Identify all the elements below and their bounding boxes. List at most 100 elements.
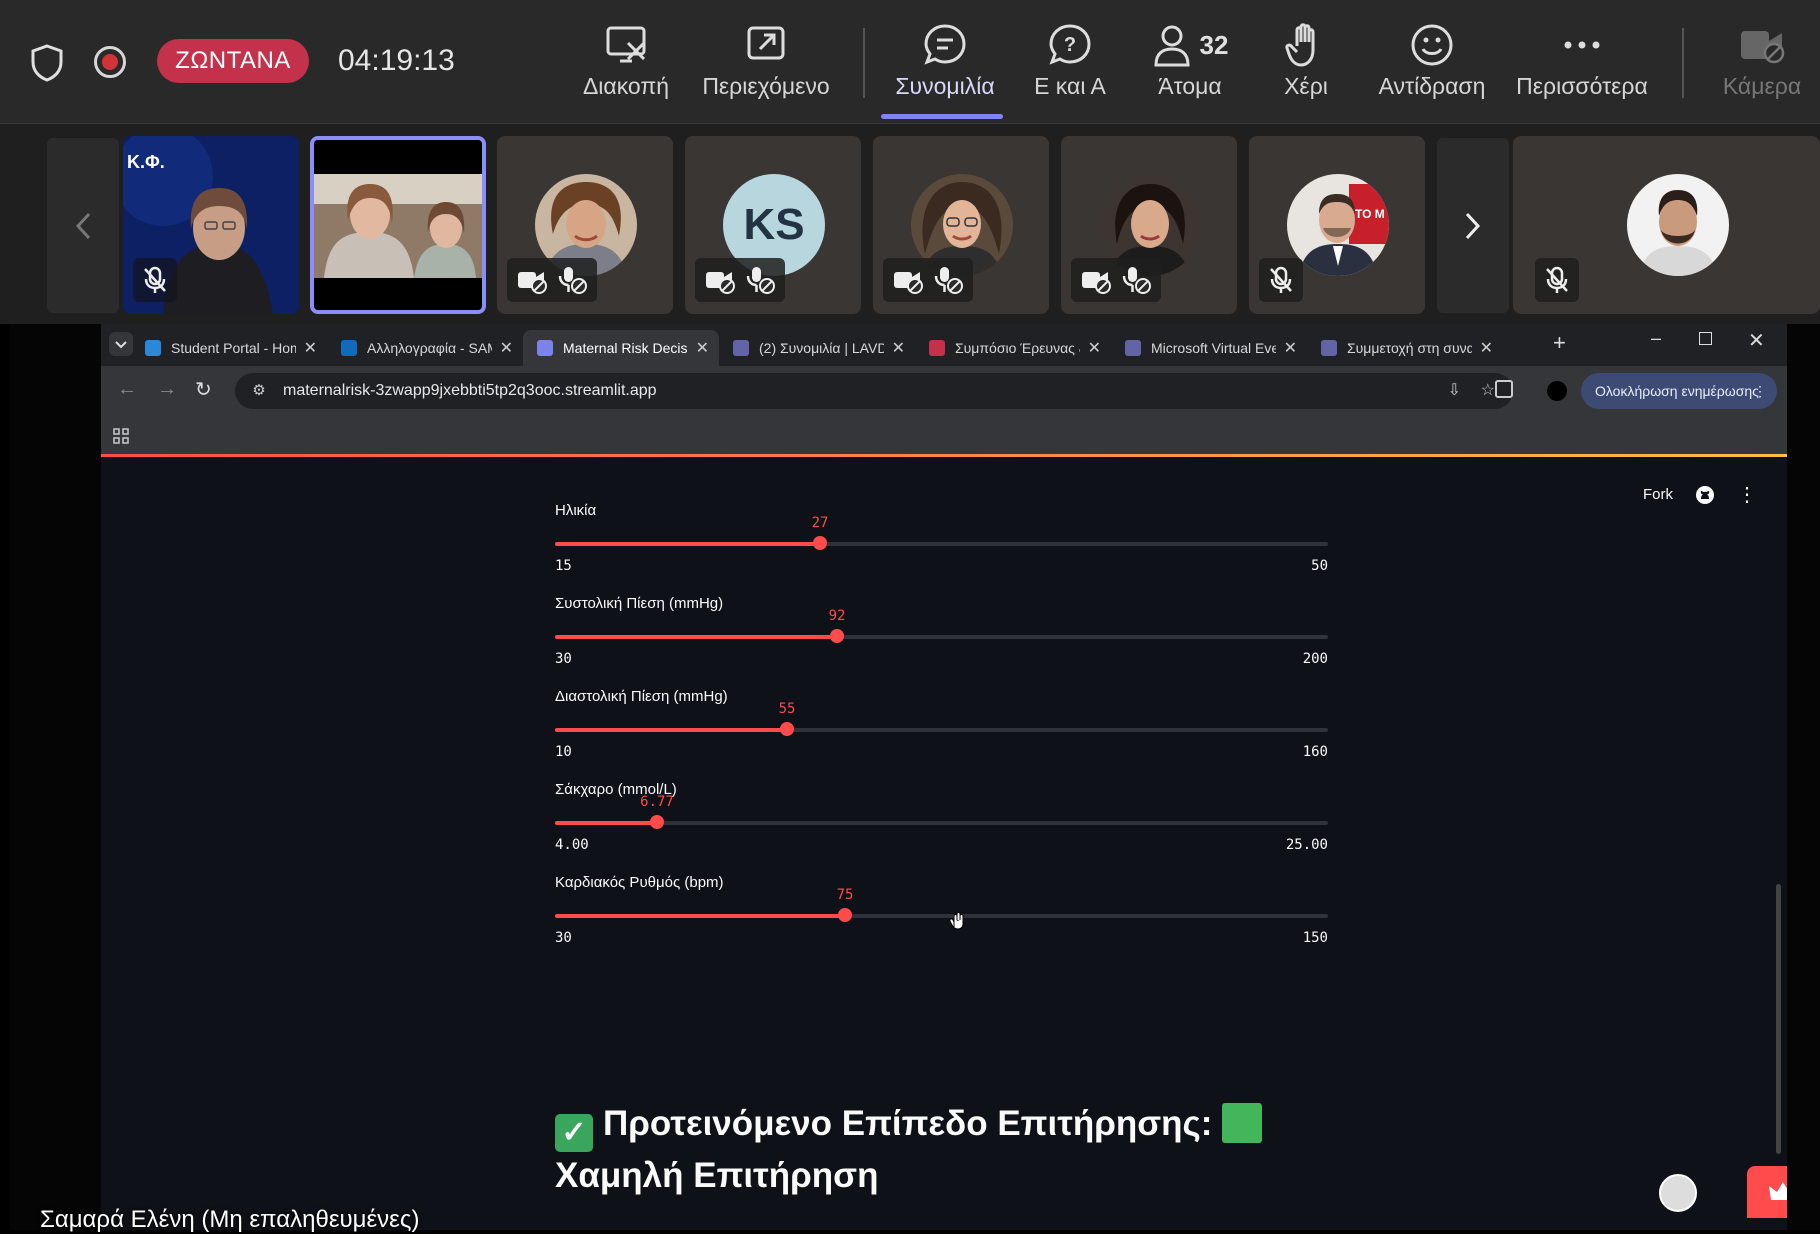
tile-status — [695, 258, 785, 302]
address-bar[interactable]: ⚙ maternalrisk-3zwapp9jxebbti5tp2q3ooc.st… — [235, 373, 1513, 409]
more-button[interactable]: Περισσότερα — [1506, 20, 1658, 110]
slider-label: Συστολική Πίεση (mmHg) — [555, 595, 724, 612]
back-arrow-icon[interactable]: ← — [117, 378, 137, 401]
tab-close-icon[interactable]: ✕ — [1284, 338, 1297, 358]
chat-button[interactable]: Συνομιλία — [890, 20, 1000, 110]
url-text: maternalrisk-3zwapp9jxebbti5tp2q3ooc.str… — [283, 382, 657, 399]
previous-participants-button[interactable] — [47, 138, 119, 313]
browser-tab[interactable]: Συμπόσιο Έρευνας & ✕ — [915, 330, 1111, 366]
participant-tile-active[interactable] — [310, 136, 486, 314]
tab-close-icon[interactable]: ✕ — [892, 338, 905, 358]
participant-tile[interactable]: TO M — [1249, 136, 1425, 314]
restore-icon[interactable] — [1699, 332, 1712, 345]
minimize-icon[interactable]: – — [1651, 328, 1661, 349]
slider-fill — [555, 542, 820, 546]
screen-stop-icon — [578, 20, 674, 70]
stop-button[interactable]: Διακοπή — [578, 20, 674, 110]
toolbar-divider — [863, 28, 865, 98]
forward-arrow-icon[interactable]: → — [157, 378, 177, 401]
new-tab-icon[interactable]: + — [1553, 330, 1566, 356]
bookmarks-bar — [101, 416, 1787, 456]
teams-meeting-toolbar: ΖΩΝΤΑΝΑ 04:19:13 Διακοπή Περιεχόμενο Συν… — [0, 0, 1820, 124]
raise-hand-button[interactable]: Χέρι — [1264, 20, 1348, 110]
github-icon — [1696, 485, 1714, 504]
checkmark-icon: ✓ — [555, 1114, 593, 1152]
qa-label: Ε και Α — [1034, 73, 1106, 99]
tile-status — [1535, 258, 1579, 302]
more-dots-icon — [1506, 20, 1658, 70]
tab-close-icon[interactable]: ✕ — [696, 338, 709, 358]
slider-field: Συστολική Πίεση (mmHg) 92 30 200 — [555, 595, 1328, 685]
participant-video — [314, 140, 482, 310]
slider-track[interactable]: 92 — [555, 608, 1328, 643]
slider-thumb[interactable] — [838, 908, 852, 922]
mic-off-icon — [144, 266, 166, 293]
svg-text:TO M: TO M — [1355, 207, 1385, 221]
profile-avatar[interactable] — [1547, 381, 1567, 401]
main-menu-icon[interactable]: ⋮ — [1737, 482, 1757, 507]
browser-tab[interactable]: Maternal Risk Decisio ✕ — [523, 330, 719, 366]
tab-favicon-icon — [929, 340, 945, 356]
camera-off-icon — [518, 272, 547, 294]
tab-label: Microsoft Virtual Eve — [1151, 340, 1276, 356]
slider-thumb[interactable] — [780, 722, 794, 736]
camera-button[interactable]: Κάμερα — [1710, 20, 1814, 110]
extensions-icon[interactable] — [1495, 380, 1513, 398]
mic-off-icon — [746, 267, 775, 294]
tile-status — [133, 258, 177, 302]
tab-close-icon[interactable]: ✕ — [304, 338, 317, 358]
tab-search-button[interactable] — [109, 332, 133, 356]
apps-grid-icon[interactable] — [113, 428, 129, 444]
bookmark-star-icon[interactable]: ☆ — [1481, 373, 1495, 409]
shield-icon[interactable] — [30, 44, 64, 82]
participant-tile[interactable] — [1513, 136, 1820, 314]
slider-track[interactable]: 6.77 — [555, 794, 1328, 829]
people-button[interactable]: 32 Άτομα — [1140, 20, 1240, 110]
react-button[interactable]: Αντίδραση — [1370, 20, 1494, 110]
tab-close-icon[interactable]: ✕ — [500, 338, 513, 358]
streamlit-badge[interactable] — [1747, 1166, 1787, 1218]
crown-icon — [1769, 1182, 1787, 1200]
fork-button[interactable]: Fork — [1643, 486, 1673, 503]
browser-toolbar: ← → ↻ ⚙ maternalrisk-3zwapp9jxebbti5tp2q3… — [101, 366, 1787, 416]
next-participants-button[interactable] — [1437, 138, 1509, 313]
mic-off-icon — [558, 267, 587, 294]
slider-track[interactable]: 27 — [555, 515, 1328, 550]
qa-button[interactable]: ? Ε και Α — [1024, 20, 1116, 110]
slider-track[interactable]: 55 — [555, 701, 1328, 736]
browser-tab[interactable]: Αλληλογραφία - SAM ✕ — [327, 330, 523, 366]
camera-off-icon — [706, 272, 735, 294]
reload-icon[interactable]: ↻ — [195, 377, 212, 402]
participant-tile[interactable] — [873, 136, 1049, 314]
people-count: 32 — [1199, 29, 1229, 60]
camera-off-icon — [1082, 272, 1111, 294]
content-button[interactable]: Περιεχόμενο — [694, 20, 838, 110]
slider-thumb[interactable] — [813, 536, 827, 550]
chat-label: Συνομιλία — [895, 73, 995, 99]
react-label: Αντίδραση — [1378, 73, 1486, 99]
browser-tab[interactable]: (2) Συνομιλία | LAVD ✕ — [719, 330, 915, 366]
slider-value: 27 — [811, 515, 829, 531]
slider-thumb[interactable] — [830, 629, 844, 643]
slider-thumb[interactable] — [650, 815, 664, 829]
kebab-menu-icon[interactable]: ⋮ — [1753, 373, 1767, 409]
participant-tile[interactable] — [497, 136, 673, 314]
tab-close-icon[interactable]: ✕ — [1088, 338, 1101, 358]
browser-tab[interactable]: Συμμετοχή στη συνα ✕ — [1307, 330, 1503, 366]
browser-tab[interactable]: Microsoft Virtual Eve ✕ — [1111, 330, 1307, 366]
stop-label: Διακοπή — [582, 73, 670, 99]
participant-tile[interactable]: Κ.Φ. — [123, 136, 299, 314]
site-settings-icon[interactable]: ⚙ — [235, 373, 283, 409]
tab-close-icon[interactable]: ✕ — [1480, 338, 1493, 358]
close-window-icon[interactable]: ✕ — [1748, 328, 1765, 353]
participant-tile[interactable]: KS — [685, 136, 861, 314]
result-prefix: Προτεινόμενο Επίπεδο Επιτήρησης: — [603, 1104, 1213, 1143]
slider-track[interactable]: 75 — [555, 887, 1328, 922]
install-app-icon[interactable]: ⇩ — [1448, 373, 1461, 409]
recording-indicator-icon — [94, 46, 126, 78]
update-button[interactable]: Ολοκλήρωση ενημέρωσης ⋮ — [1581, 373, 1777, 409]
participant-tile[interactable] — [1061, 136, 1237, 314]
green-square-icon — [1222, 1103, 1263, 1143]
page-scrollbar[interactable] — [1776, 884, 1781, 1154]
browser-tab[interactable]: Student Portal - Hom ✕ — [131, 330, 327, 366]
